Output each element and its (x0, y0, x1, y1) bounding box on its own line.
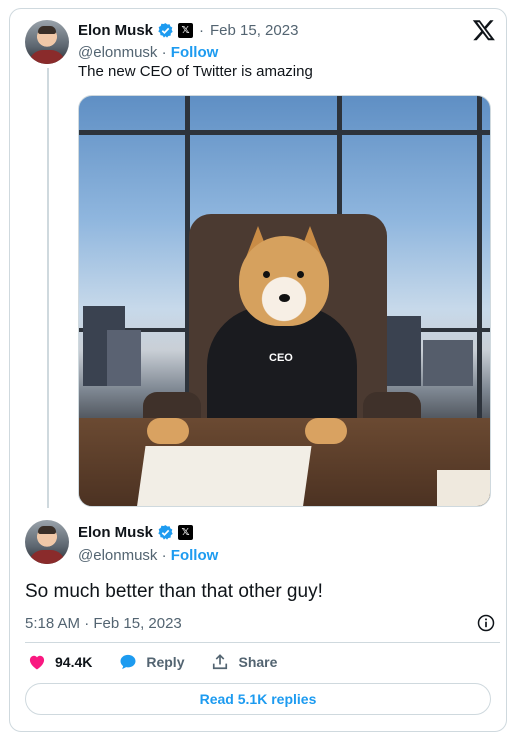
like-button[interactable]: 94.4K (27, 652, 92, 672)
thread-connector-line (47, 68, 49, 508)
like-count: 94.4K (55, 654, 93, 670)
avatar[interactable] (25, 520, 69, 564)
info-icon[interactable] (476, 613, 496, 633)
author-name[interactable]: Elon Musk (78, 22, 153, 39)
tweet-text: The new CEO of Twitter is amazing (78, 63, 313, 80)
tweet-date[interactable]: Feb 15, 2023 (210, 22, 298, 39)
follow-button[interactable]: Follow (171, 44, 219, 61)
author-handle[interactable]: @elonmusk (78, 44, 157, 61)
author-name[interactable]: Elon Musk (78, 524, 153, 541)
verified-badge-icon (158, 525, 173, 540)
share-button[interactable]: Share (210, 652, 277, 672)
author-handle[interactable]: @elonmusk (78, 547, 157, 564)
share-icon (213, 654, 228, 670)
reply-label: Reply (146, 654, 185, 670)
shirt-ceo-text: CEO (269, 352, 293, 364)
reply-button[interactable]: Reply (118, 652, 184, 672)
heart-icon (29, 655, 45, 670)
read-replies-button[interactable]: Read 5.1K replies (25, 683, 491, 715)
author-row: Elon Musk 𝕏 (78, 524, 194, 541)
document-paper (136, 446, 312, 506)
share-label: Share (238, 654, 278, 670)
verified-badge-icon (158, 23, 173, 38)
divider (25, 642, 500, 643)
tweet-text: So much better than that other guy! (25, 581, 323, 602)
tweet-photo[interactable]: CEO (78, 95, 491, 507)
dog-head (239, 236, 329, 326)
action-bar: 94.4K Reply Share (27, 652, 303, 672)
date-separator: · (199, 22, 205, 39)
x-affiliate-icon: 𝕏 (178, 525, 194, 540)
tweet-timestamp[interactable]: 5:18 AM · Feb 15, 2023 (25, 615, 182, 632)
x-affiliate-icon: 𝕏 (178, 23, 194, 38)
author-row: Elon Musk 𝕏 · Feb 15, 2023 (78, 22, 298, 39)
reply-bubble-icon (120, 654, 136, 670)
avatar[interactable] (25, 20, 69, 64)
x-logo-icon[interactable] (472, 18, 496, 42)
follow-button[interactable]: Follow (171, 547, 219, 564)
handle-separator: · (161, 44, 167, 61)
handle-row: @elonmusk · Follow (78, 547, 218, 564)
handle-row: @elonmusk · Follow (78, 44, 218, 61)
handle-separator: · (161, 547, 167, 564)
